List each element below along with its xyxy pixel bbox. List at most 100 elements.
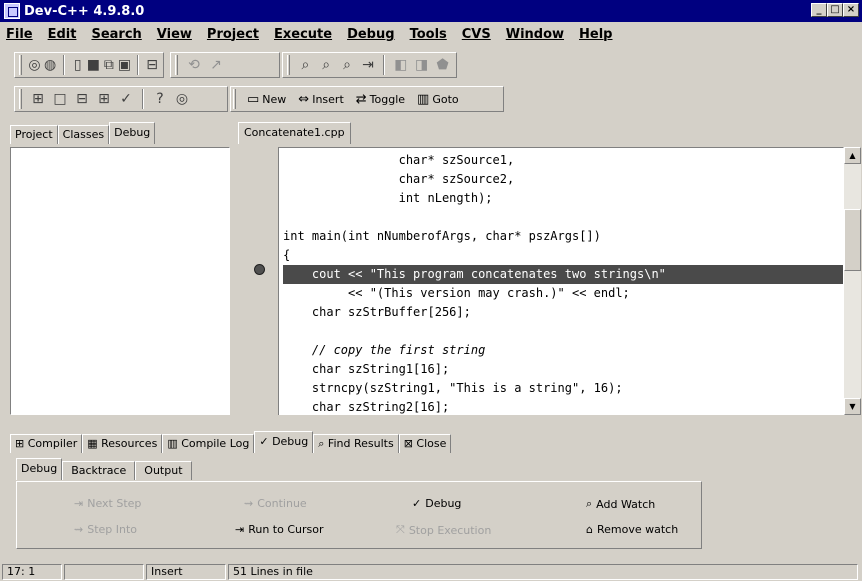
new-file-icon[interactable]: ▯ (71, 55, 85, 75)
app-icon (4, 3, 20, 19)
print-icon[interactable]: ⊟ (145, 55, 159, 75)
stop-execution-button[interactable]: ⤧ Stop Execution (396, 523, 491, 537)
code-line: strncpy(szString1, "This is a string", 1… (283, 381, 623, 395)
about-icon[interactable]: ◎ (172, 89, 192, 109)
menu-execute[interactable]: Execute (274, 27, 332, 42)
stop-execution-icon: ⤧ (396, 523, 405, 536)
left-pane-tabs: Project Classes Debug (10, 122, 156, 144)
goto-line-icon[interactable]: ⇥ (359, 55, 378, 75)
breakpoint-icon[interactable] (254, 264, 265, 275)
bottom-tabs: ⊞ Compiler ▦ Resources ▥ Compile Log ✓ D… (10, 431, 452, 453)
insert-icon: ⇔ (298, 91, 310, 107)
code-line: int nLength); (283, 191, 493, 205)
menu-cvs[interactable]: CVS (462, 27, 491, 42)
code-line: char* szSource1, (283, 153, 515, 167)
tab-debug-pane[interactable]: Debug (109, 122, 156, 144)
code-line: char szString1[16]; (283, 362, 450, 376)
scroll-thumb[interactable] (844, 209, 861, 271)
menu-search[interactable]: Search (91, 27, 141, 42)
grid-icon[interactable]: ⊞ (94, 89, 114, 109)
run-to-cursor-icon: ⇥ (235, 523, 245, 536)
new-icon: ▭ (247, 91, 260, 107)
cursor-position: 17: 1 (2, 564, 62, 580)
new-button[interactable]: ▭ New (242, 88, 291, 110)
tab-concatenate1-cpp[interactable]: Concatenate1.cpp (238, 122, 351, 144)
tab-classes[interactable]: Classes (57, 125, 110, 144)
tab-project[interactable]: Project (10, 125, 58, 144)
window-title: Dev-C++ 4.9.8.0 (24, 3, 145, 19)
tab-compiler[interactable]: ⊞ Compiler (10, 434, 83, 453)
menu-window[interactable]: Window (506, 27, 564, 42)
run-icon[interactable]: ◨ (412, 55, 431, 75)
editor-tabs: Concatenate1.cpp (238, 122, 351, 144)
open-project-icon[interactable]: ◎ (28, 55, 42, 75)
undo-icon[interactable]: ⟲ (184, 55, 204, 75)
minimize-button[interactable]: _ (811, 3, 827, 17)
run-to-cursor-button[interactable]: ⇥ Run to Cursor (235, 523, 324, 536)
toggle-button[interactable]: ⇄ Toggle (351, 88, 410, 110)
add-watch-button[interactable]: ⌕ Add Watch (586, 497, 655, 511)
code-line: { (283, 248, 291, 262)
continue-icon: ⇝ (244, 497, 254, 510)
menu-view[interactable]: View (157, 27, 192, 42)
subtab-backtrace[interactable]: Backtrace (62, 461, 136, 480)
next-step-icon: ⇥ (74, 497, 84, 510)
next-step-button[interactable]: ⇥ Next Step (74, 497, 141, 510)
stop-icon[interactable]: ⬟ (433, 55, 452, 75)
redo-icon[interactable]: ↗ (206, 55, 226, 75)
project-options-icon[interactable]: ⊞ (28, 89, 48, 109)
debug-watch-pane[interactable] (10, 147, 230, 415)
class-icon[interactable]: ⊟ (72, 89, 92, 109)
insert-button[interactable]: ⇔ Insert (293, 88, 348, 110)
find-icon[interactable]: ⌕ (296, 55, 315, 75)
resources-icon: ▦ (87, 437, 102, 450)
menu-file[interactable]: File (6, 27, 33, 42)
subtab-debug[interactable]: Debug (16, 458, 63, 480)
remove-watch-button[interactable]: ⌂ Remove watch (586, 523, 678, 536)
window-icon[interactable]: □ (50, 89, 70, 109)
close-file-icon[interactable]: ▣ (118, 55, 132, 75)
debug-button[interactable]: ✓ Debug (412, 497, 461, 510)
editor-scrollbar[interactable]: ▲ ▼ (844, 147, 861, 415)
editor-gutter[interactable] (244, 147, 279, 415)
save-all-icon[interactable]: ⧉ (102, 55, 116, 75)
subtab-output[interactable]: Output (135, 461, 192, 480)
toggle-icon: ⇄ (355, 91, 367, 107)
close-window-button[interactable]: × (843, 3, 859, 17)
find-results-icon: ⌕ (318, 437, 328, 450)
close-project-icon[interactable]: ◍ (43, 55, 57, 75)
help-icon[interactable]: ? (150, 89, 170, 109)
tab-find-results[interactable]: ⌕ Find Results (313, 434, 399, 453)
code-area[interactable]: char* szSource1, char* szSource2, int nL… (283, 147, 843, 415)
menu-tools[interactable]: Tools (410, 27, 447, 42)
tab-compile-log[interactable]: ▥ Compile Log (162, 434, 255, 453)
step-into-button[interactable]: ⇝ Step Into (74, 523, 137, 536)
step-into-icon: ⇝ (74, 523, 84, 536)
menu-edit[interactable]: Edit (48, 27, 77, 42)
remove-watch-icon: ⌂ (586, 523, 593, 536)
scroll-down-button[interactable]: ▼ (844, 398, 861, 415)
scroll-up-button[interactable]: ▲ (844, 147, 861, 164)
compile-icon[interactable]: ◧ (391, 55, 410, 75)
code-line: int main(int nNumberofArgs, char* pszArg… (283, 229, 601, 243)
menu-project[interactable]: Project (207, 27, 259, 42)
check-icon[interactable]: ✓ (116, 89, 136, 109)
replace-icon[interactable]: ⌕ (317, 55, 336, 75)
continue-button[interactable]: ⇝ Continue (244, 497, 307, 510)
save-icon[interactable]: ■ (87, 55, 101, 75)
code-line-selected: cout << "This program concatenates two s… (283, 265, 843, 284)
title-bar[interactable]: Dev-C++ 4.9.8.0 _ □ × (0, 0, 862, 22)
menu-help[interactable]: Help (579, 27, 612, 42)
maximize-button[interactable]: □ (827, 3, 843, 17)
goto-button[interactable]: ▥ Goto (412, 88, 464, 110)
debug-tab-icon: ✓ (259, 435, 273, 448)
menu-debug[interactable]: Debug (347, 27, 394, 42)
find-next-icon[interactable]: ⌕ (338, 55, 357, 75)
tab-close[interactable]: ⊠ Close (398, 434, 452, 453)
tab-debug[interactable]: ✓ Debug (254, 431, 314, 453)
compiler-icon: ⊞ (15, 437, 28, 450)
tab-resources[interactable]: ▦ Resources (82, 434, 163, 453)
code-line: char* szSource2, (283, 172, 515, 186)
